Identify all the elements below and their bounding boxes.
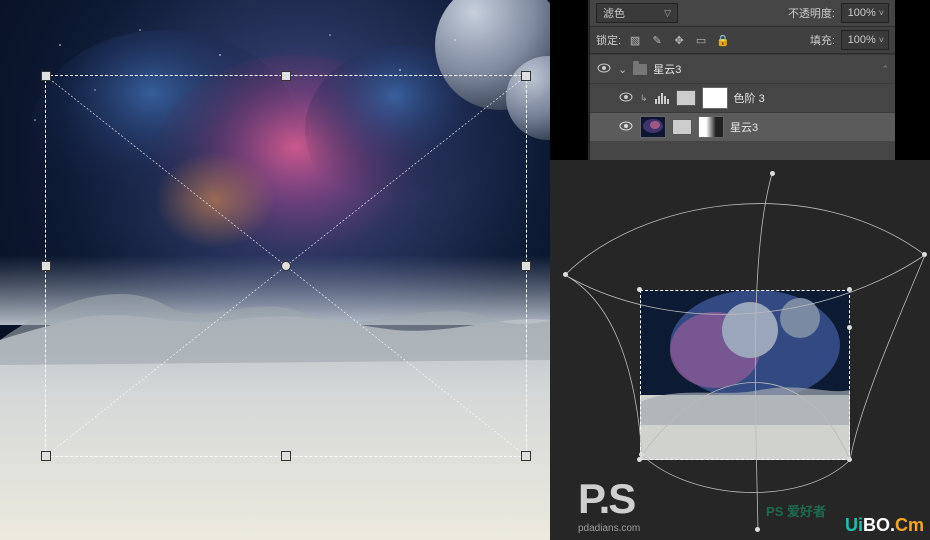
warp-thumb-image <box>640 290 850 460</box>
warp-point[interactable] <box>755 527 760 532</box>
lock-label: 锁定: <box>596 32 621 48</box>
watermark-site: UiBO.Cm <box>845 515 924 536</box>
layer-mask-thumb[interactable] <box>698 116 724 138</box>
warp-point[interactable] <box>847 457 852 462</box>
blend-mode-value: 滤色 <box>603 5 625 21</box>
folder-icon <box>633 64 647 75</box>
lock-all-icon[interactable]: 🔒 <box>715 32 731 48</box>
canvas-image <box>0 0 550 540</box>
blend-mode-dropdown[interactable]: 滤色 ▽ <box>596 3 678 23</box>
document-canvas[interactable] <box>0 0 550 540</box>
blend-opacity-row: 滤色 ▽ 不透明度: 100% ˅ <box>590 0 895 26</box>
warp-point[interactable] <box>847 287 852 292</box>
chevron-down-icon: ˅ <box>879 35 884 45</box>
warp-point[interactable] <box>637 287 642 292</box>
lock-artboard-icon[interactable]: ▭ <box>693 32 709 48</box>
levels-icon <box>654 90 670 106</box>
fill-field[interactable]: 100% ˅ <box>841 30 889 50</box>
clip-indicator-icon: ↳ <box>640 93 648 104</box>
warp-point[interactable] <box>847 325 852 330</box>
chevron-down-icon: ˅ <box>879 8 884 18</box>
opacity-label: 不透明度: <box>788 5 835 21</box>
lock-fill-row: 锁定: ▧ ✎ ✥ ▭ 🔒 填充: 100% ˅ <box>590 26 895 54</box>
eye-icon[interactable] <box>596 63 612 76</box>
warp-point[interactable] <box>563 272 568 277</box>
watermark-text: PS 爱好者 <box>766 501 826 520</box>
app-stage: 滤色 ▽ 不透明度: 100% ˅ 锁定: ▧ ✎ ✥ ▭ 🔒 填充: 100%… <box>0 0 930 540</box>
warp-point[interactable] <box>922 252 927 257</box>
lock-pixel-icon[interactable]: ▧ <box>627 32 643 48</box>
layer-group-name: 星云3 <box>653 61 875 77</box>
layer-group-row[interactable]: ⌄ 星云3 ⌃ <box>590 54 895 83</box>
layer-thumb[interactable] <box>640 116 666 138</box>
link-icon[interactable] <box>676 90 696 106</box>
layer-nebula-row[interactable]: 星云3 <box>590 112 895 141</box>
watermark-url: pdadians.com <box>578 523 640 534</box>
expand-handle-icon[interactable]: ⌃ <box>881 64 889 75</box>
warp-point[interactable] <box>770 171 775 176</box>
layer-adjust-name: 色阶 3 <box>734 90 889 106</box>
eye-icon[interactable] <box>618 121 634 134</box>
lock-brush-icon[interactable]: ✎ <box>649 32 665 48</box>
layers-panel: 滤色 ▽ 不透明度: 100% ˅ 锁定: ▧ ✎ ✥ ▭ 🔒 填充: 100%… <box>589 0 895 160</box>
chevron-down-icon: ▽ <box>664 8 671 19</box>
warp-point[interactable] <box>637 457 642 462</box>
opacity-value: 100% <box>848 7 876 19</box>
fill-value: 100% <box>848 34 876 46</box>
fill-label: 填充: <box>810 32 835 48</box>
warp-thumbnail[interactable] <box>640 290 850 460</box>
link-icon[interactable] <box>672 119 692 135</box>
watermark-logo: P.S pdadians.com <box>578 475 640 534</box>
opacity-field[interactable]: 100% ˅ <box>841 3 889 23</box>
eye-icon[interactable] <box>618 92 634 105</box>
layer-nebula-name: 星云3 <box>730 119 889 135</box>
chevron-down-icon[interactable]: ⌄ <box>618 63 627 76</box>
layer-mask-thumb[interactable] <box>702 87 728 109</box>
layer-adjustment-row[interactable]: ↳ 色阶 3 <box>590 83 895 112</box>
warp-canvas[interactable]: P.S pdadians.com PS 爱好者 UiBO.Cm <box>550 160 930 540</box>
lock-move-icon[interactable]: ✥ <box>671 32 687 48</box>
